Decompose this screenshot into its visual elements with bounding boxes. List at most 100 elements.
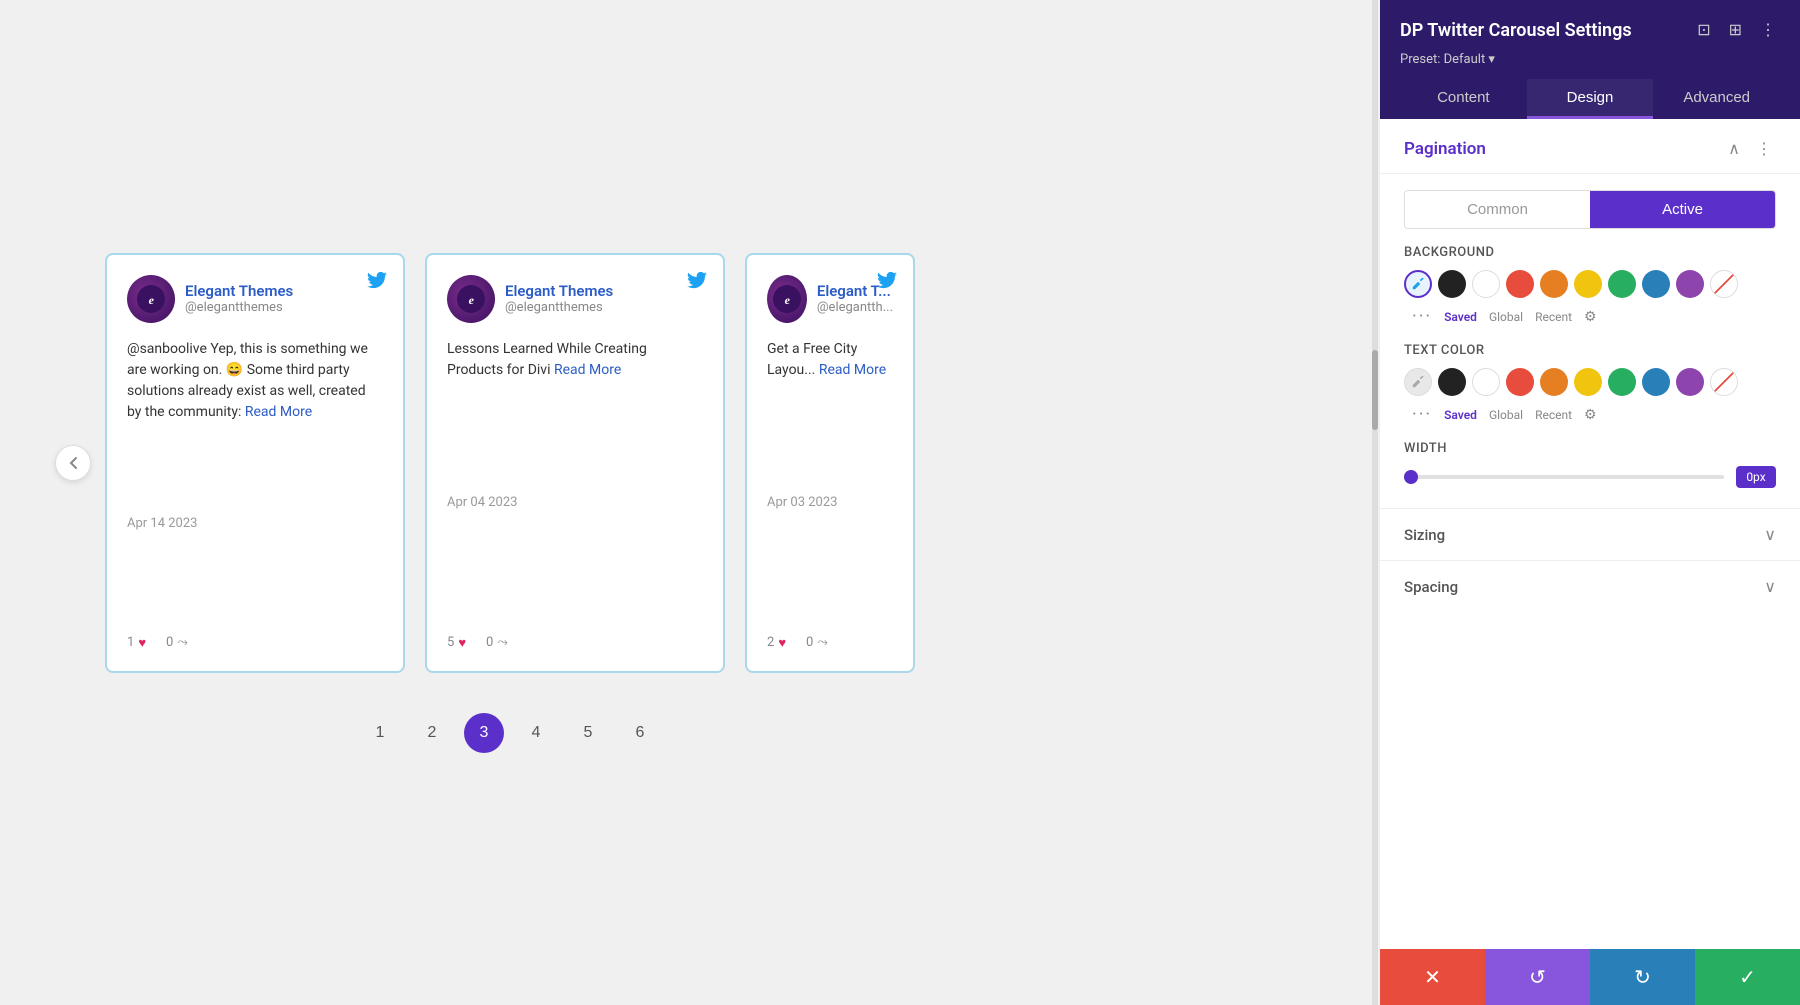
read-more-2[interactable]: Read More	[554, 362, 621, 378]
spacing-section[interactable]: Spacing ∨	[1380, 560, 1800, 612]
prev-arrow[interactable]	[55, 445, 91, 481]
text-color-section: Text Color ··· Saved	[1380, 343, 1800, 441]
bg-saved[interactable]: Saved	[1444, 310, 1477, 324]
tweet-header-1: e Elegant Themes @elegantthemes	[127, 275, 383, 323]
sizing-section[interactable]: Sizing ∨	[1380, 508, 1800, 560]
text-color-black[interactable]	[1438, 368, 1466, 396]
text-color-orange[interactable]	[1540, 368, 1568, 396]
tab-advanced[interactable]: Advanced	[1653, 79, 1780, 119]
panel-title-row: DP Twitter Carousel Settings ⊡ ⊞ ⋮	[1400, 16, 1780, 44]
share-icon-3: ⤳	[817, 635, 827, 650]
share-action-1[interactable]: 0 ⤳	[166, 635, 188, 650]
tweet-header-3: e Elegant T... @elegantth...	[767, 275, 893, 323]
tweet-date-3: Apr 03 2023	[767, 495, 893, 510]
tweet-card-3: e Elegant T... @elegantth... Get a Free …	[745, 253, 915, 673]
page-btn-6[interactable]: 6	[620, 713, 660, 753]
tweet-date-2: Apr 04 2023	[447, 495, 703, 510]
bg-color-purple[interactable]	[1676, 270, 1704, 298]
user-handle-3: @elegantth...	[817, 300, 893, 315]
tweet-text-3: Get a Free City Layou... Read More	[767, 339, 893, 484]
twitter-icon-1	[367, 271, 387, 295]
page-btn-4[interactable]: 4	[516, 713, 556, 753]
twitter-icon-3	[877, 271, 897, 295]
background-eyedropper[interactable]	[1404, 270, 1432, 298]
text-global[interactable]: Global	[1489, 408, 1523, 422]
bg-settings-gear[interactable]: ⚙	[1584, 309, 1597, 325]
bg-color-teal[interactable]	[1642, 270, 1670, 298]
more-options-icon[interactable]: ⋮	[1756, 16, 1780, 44]
text-color-yellow[interactable]	[1574, 368, 1602, 396]
tweet-actions-3: 2 ♥ 0 ⤳	[767, 625, 893, 651]
page-btn-5[interactable]: 5	[568, 713, 608, 753]
background-section: Background ··· Saved	[1380, 245, 1800, 343]
cancel-button[interactable]: ✕	[1380, 949, 1485, 1005]
user-name-1: Elegant Themes	[185, 282, 293, 300]
tweet-header-2: e Elegant Themes @elegantthemes	[447, 275, 703, 323]
like-action-1[interactable]: 1 ♥	[127, 635, 146, 651]
like-action-3[interactable]: 2 ♥	[767, 635, 786, 651]
sub-tabs: Common Active	[1404, 190, 1776, 229]
background-label: Background	[1404, 245, 1776, 260]
confirm-button[interactable]: ✓	[1695, 949, 1800, 1005]
section-more-btn[interactable]: ⋮	[1752, 137, 1776, 161]
sub-tab-common[interactable]: Common	[1405, 191, 1590, 228]
cards-container: e Elegant Themes @elegantthemes @sanbool…	[105, 253, 915, 673]
share-action-2[interactable]: 0 ⤳	[486, 635, 508, 650]
fullscreen-icon[interactable]: ⊡	[1693, 16, 1714, 44]
text-more-dots[interactable]: ···	[1412, 404, 1432, 425]
tweet-text-2: Lessons Learned While Creating Products …	[447, 339, 703, 484]
layout-icon[interactable]: ⊞	[1725, 16, 1746, 44]
text-settings-gear[interactable]: ⚙	[1584, 407, 1597, 423]
page-btn-3[interactable]: 3	[464, 713, 504, 753]
text-color-green[interactable]	[1608, 368, 1636, 396]
text-color-none[interactable]	[1710, 368, 1738, 396]
background-color-row	[1404, 270, 1776, 298]
text-color-meta: ··· Saved Global Recent ⚙	[1408, 404, 1776, 425]
read-more-3[interactable]: Read More	[819, 362, 886, 378]
tweet-actions-2: 5 ♥ 0 ⤳	[447, 625, 703, 651]
pagination-title: Pagination	[1404, 139, 1486, 159]
collapse-section-btn[interactable]: ∧	[1724, 137, 1744, 161]
text-color-purple[interactable]	[1676, 368, 1704, 396]
tab-content[interactable]: Content	[1400, 79, 1527, 119]
scrollbar-thumb[interactable]	[1372, 350, 1378, 430]
tab-design[interactable]: Design	[1527, 79, 1654, 119]
text-color-row	[1404, 368, 1776, 396]
tweet-actions-1: 1 ♥ 0 ⤳	[127, 625, 383, 651]
redo-button[interactable]: ↻	[1590, 949, 1695, 1005]
width-value: 0px	[1736, 466, 1776, 488]
tweet-date-1: Apr 14 2023	[127, 516, 383, 531]
panel-title-icons: ⊡ ⊞ ⋮	[1693, 16, 1780, 44]
width-slider[interactable]	[1404, 475, 1724, 479]
width-slider-row: 0px	[1404, 466, 1776, 488]
share-icon-2: ⤳	[497, 635, 507, 650]
bg-color-orange[interactable]	[1540, 270, 1568, 298]
page-btn-1[interactable]: 1	[360, 713, 400, 753]
text-color-red[interactable]	[1506, 368, 1534, 396]
text-color-white[interactable]	[1472, 368, 1500, 396]
bg-color-white[interactable]	[1472, 270, 1500, 298]
user-handle-1: @elegantthemes	[185, 300, 293, 315]
text-color-eyedropper[interactable]	[1404, 368, 1432, 396]
share-action-3[interactable]: 0 ⤳	[806, 635, 828, 650]
text-recent[interactable]: Recent	[1535, 408, 1572, 422]
page-btn-2[interactable]: 2	[412, 713, 452, 753]
bg-color-none[interactable]	[1710, 270, 1738, 298]
bg-global[interactable]: Global	[1489, 310, 1523, 324]
text-saved[interactable]: Saved	[1444, 408, 1477, 422]
section-actions: ∧ ⋮	[1724, 137, 1776, 161]
undo-button[interactable]: ↺	[1485, 949, 1590, 1005]
bg-color-yellow[interactable]	[1574, 270, 1602, 298]
like-action-2[interactable]: 5 ♥	[447, 635, 466, 651]
sub-tab-active[interactable]: Active	[1590, 191, 1775, 228]
text-color-teal[interactable]	[1642, 368, 1670, 396]
bg-recent[interactable]: Recent	[1535, 310, 1572, 324]
bg-color-green[interactable]	[1608, 270, 1636, 298]
read-more-1[interactable]: Read More	[245, 404, 312, 420]
bg-color-red[interactable]	[1506, 270, 1534, 298]
bg-more-dots[interactable]: ···	[1412, 306, 1432, 327]
tweet-text-1: @sanboolive Yep, this is something we ar…	[127, 339, 383, 505]
bg-color-black[interactable]	[1438, 270, 1466, 298]
user-name-2: Elegant Themes	[505, 282, 613, 300]
preset-row[interactable]: Preset: Default ▾	[1400, 52, 1780, 67]
